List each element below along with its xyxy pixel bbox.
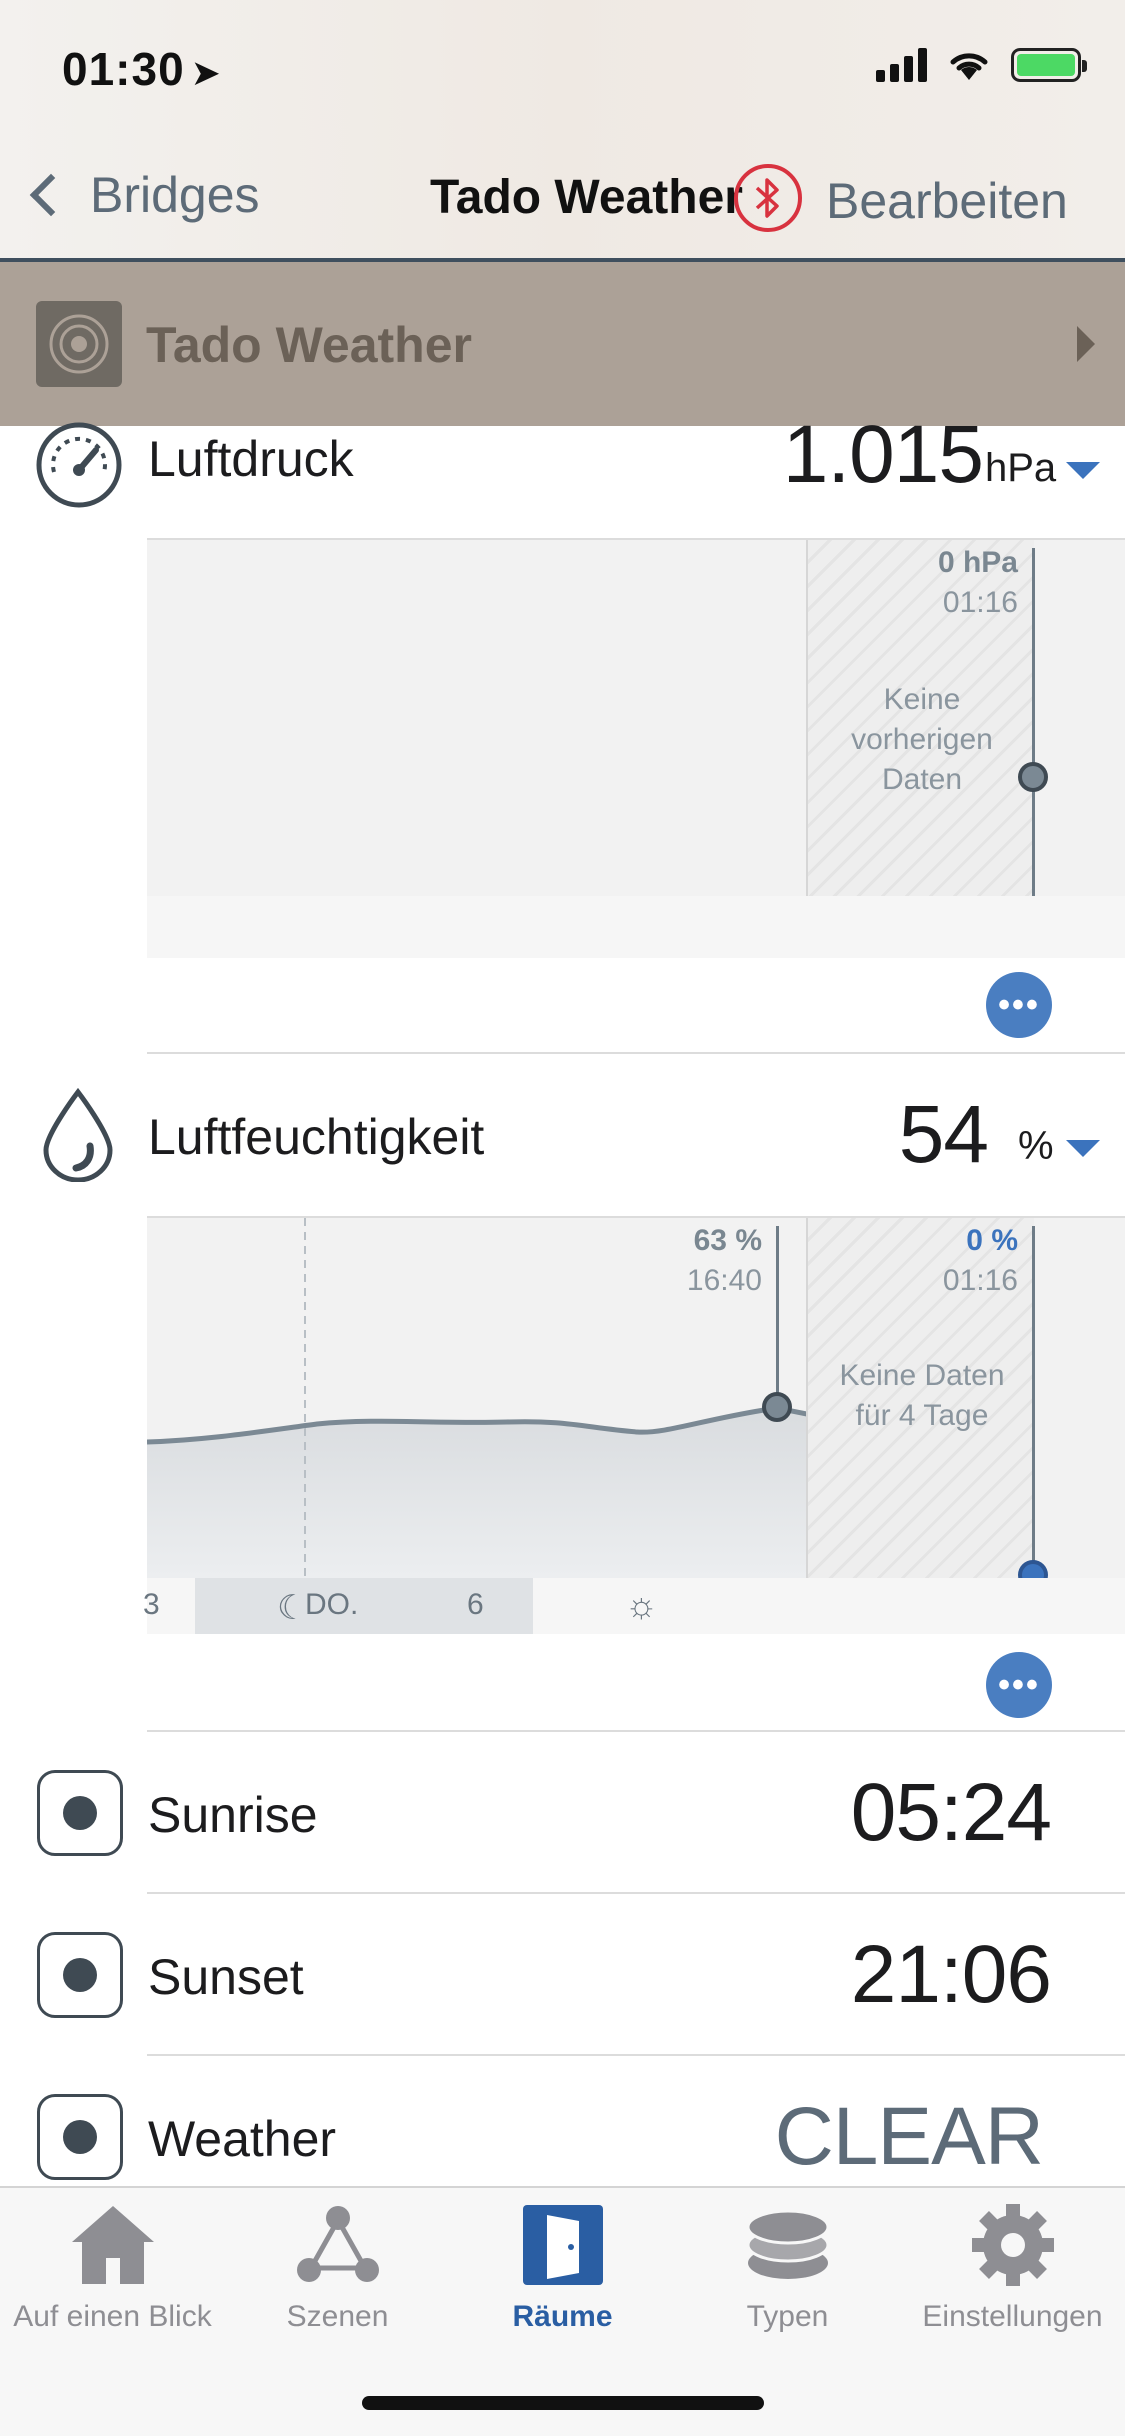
day-name: DO. (305, 1588, 359, 1621)
humidity-nodata-text: Keine Daten für 4 Tage (810, 1356, 1034, 1436)
row-divider (147, 2054, 1125, 2056)
humidity-unit: % (1018, 1124, 1054, 1168)
location-arrow-icon: ➤ (190, 52, 222, 93)
humidity-marker-right-time: 01:16 (942, 1264, 1018, 1297)
day-number: 6 (467, 1588, 484, 1621)
pressure-marker-time: 01:16 (942, 586, 1018, 619)
weather-label: Weather (148, 2111, 337, 2167)
weather-device-icon (36, 301, 122, 387)
chevron-right-icon[interactable] (1077, 326, 1095, 362)
sunset-value: 21:06 (850, 1929, 1052, 2020)
day-night-block: ☾ DO. 6 (195, 1578, 533, 1634)
weather-icon (37, 2094, 123, 2180)
sunrise-icon (37, 1770, 123, 1856)
sunrise-value: 05:24 (850, 1767, 1052, 1858)
row-divider (147, 1892, 1125, 1894)
tab-label: Typen (746, 2300, 829, 2333)
tab-overview[interactable]: Auf einen Blick (0, 2200, 225, 2334)
pressure-value: 1.015 (782, 409, 984, 500)
caret-down-icon[interactable] (1066, 1140, 1100, 1157)
pressure-unit: hPa (985, 446, 1057, 490)
back-button[interactable]: Bridges (24, 166, 260, 224)
tab-label: Auf einen Blick (13, 2300, 212, 2333)
section-divider (147, 1052, 1125, 1054)
humidity-marker-line-left (776, 1226, 779, 1406)
pressure-day-strip (147, 896, 1125, 958)
pressure-more-button[interactable]: ••• (986, 972, 1052, 1038)
humidity-marker-handle-left[interactable] (762, 1392, 792, 1422)
wifi-icon (950, 53, 988, 80)
humidity-marker-left-value: 63 % (693, 1224, 762, 1257)
tab-label: Einstellungen (922, 2300, 1103, 2333)
sunset-label: Sunset (148, 1949, 304, 2005)
bluetooth-icon[interactable] (734, 164, 802, 232)
pressure-nodata-text: Keine vorherigen Daten (810, 680, 1034, 800)
page-title: Tado Weather (430, 171, 743, 224)
gear-icon (963, 2200, 1063, 2290)
home-indicator[interactable] (362, 2396, 764, 2410)
humidity-marker-left-time: 16:40 (686, 1264, 762, 1297)
caret-down-icon[interactable] (1066, 462, 1100, 479)
tab-rooms[interactable]: Räume (450, 2200, 675, 2334)
section-divider (147, 1730, 1125, 1732)
humidity-label: Luftfeuchtigkeit (148, 1109, 485, 1165)
sunrise-label: Sunrise (148, 1787, 318, 1843)
tab-label: Szenen (286, 2300, 389, 2333)
tab-types[interactable]: Typen (675, 2200, 900, 2334)
humidity-more-button[interactable]: ••• (986, 1652, 1052, 1718)
device-name: Tado Weather (146, 317, 472, 373)
nodata-line: Keine Daten (839, 1359, 1005, 1392)
house-icon (63, 2200, 163, 2290)
moon-icon: ☾ (277, 1589, 308, 1627)
scenes-icon (288, 2200, 388, 2290)
humidity-value: 54 (898, 1089, 989, 1180)
day-prev: 3 (143, 1588, 160, 1621)
chevron-left-icon (29, 173, 73, 217)
status-icons (876, 48, 1087, 82)
pressure-label: Luftdruck (148, 431, 354, 487)
battery-icon (1011, 48, 1087, 82)
pressure-marker-value: 0 hPa (937, 546, 1018, 579)
nodata-line: Keine vorherigen (851, 683, 993, 756)
tab-label: Räume (512, 2300, 613, 2333)
edit-button[interactable]: Bearbeiten (826, 172, 1068, 230)
weather-value: CLEAR (774, 2091, 1044, 2182)
back-label: Bridges (90, 167, 260, 223)
nodata-line: für 4 Tage (855, 1399, 989, 1432)
sun-icon: ☼ (625, 1584, 658, 1625)
humidity-marker-right-value: 0 % (966, 1224, 1018, 1257)
door-icon (513, 2200, 613, 2290)
tab-settings[interactable]: Einstellungen (900, 2200, 1125, 2334)
layers-icon (738, 2200, 838, 2290)
nodata-line: Daten (881, 763, 963, 796)
sunset-icon (37, 1932, 123, 2018)
gauge-icon (36, 422, 122, 508)
clock-text: 01:30 (62, 43, 185, 95)
droplet-icon (43, 1088, 113, 1182)
tab-scenes[interactable]: Szenen (225, 2200, 450, 2334)
cellular-signal-icon (876, 48, 927, 82)
bluetooth-glyph (755, 178, 779, 218)
humidity-day-strip[interactable]: 3 ☾ DO. 6 ☼ (143, 1578, 1125, 1634)
status-time: 01:30 ➤ (62, 42, 222, 96)
